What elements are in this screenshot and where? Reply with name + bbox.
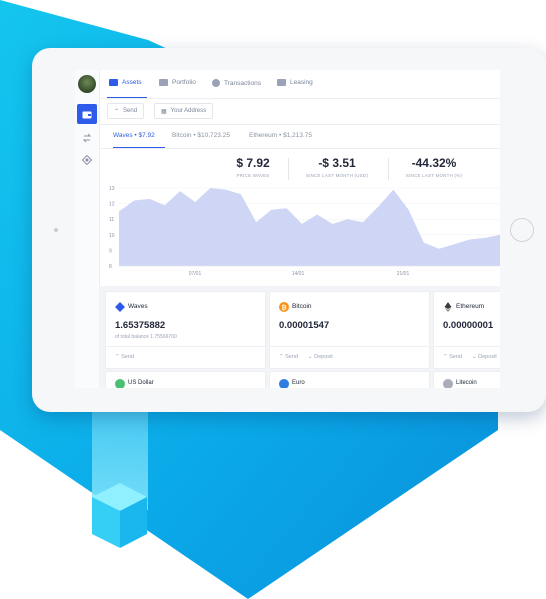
asset-tab-indicator [113,147,165,148]
tab-leasing[interactable]: Leasing [277,79,313,86]
card-title: US Dollar [128,380,154,386]
price-area [119,188,500,266]
stat-change-percent: -44.32% SINCE LAST MONTH (%) [384,156,484,178]
action-bar: ⌃ Send ▦ Your Address [99,98,500,125]
x-tick-label: 21/01 [397,271,410,277]
y-tick-label: 9 [109,248,112,254]
avatar[interactable] [78,75,96,93]
wallet-icon[interactable] [77,104,97,124]
y-tick-label: 13 [109,186,115,192]
portfolio-icon [159,79,168,86]
card-send-button[interactable]: ⌃ Send [279,354,298,360]
card-balance: 0.00001547 [279,320,330,331]
card-send-button[interactable]: ⌃ Send [115,354,134,360]
y-tick-label: 11 [109,217,114,223]
address-label: Your Address [170,108,207,114]
stat-value: -44.32% [411,156,457,170]
tab-label: Portfolio [172,79,196,86]
qr-icon: ▦ [161,108,167,115]
card-title: Litecoin [456,380,477,386]
stat-label: SINCE LAST MONTH (%) [405,173,463,178]
card-us-dollar[interactable]: US Dollar [105,371,266,388]
sidebar [75,70,100,388]
card-bitcoin[interactable]: ₿ Bitcoin 0.00001547 ⌃ Send ⌄ Deposit [269,291,430,369]
send-button[interactable]: ⌃ Send [107,103,145,119]
tab-label: Assets [122,79,142,86]
stat-value: -$ 3.51 [318,156,356,170]
tab-transactions[interactable]: Transactions [212,79,261,87]
card-title: Waves [128,303,148,310]
asset-tab-ethereum[interactable]: Ethereum • $1,213.75 [249,132,312,139]
y-tick-label: 10 [109,233,115,239]
tab-label: Leasing [290,79,313,86]
tab-label: Transactions [224,79,261,87]
tab-assets[interactable]: Assets [109,79,142,86]
exchange-icon[interactable] [77,128,97,148]
card-balance: 1.65375882 [115,320,166,331]
tab-portfolio[interactable]: Portfolio [159,79,196,86]
home-button[interactable] [510,218,534,242]
waves-icon [115,302,125,312]
card-subtitle: of total balance 1.75566700 [115,334,177,340]
litecoin-icon [443,379,453,388]
leasing-icon [277,79,286,86]
wallet-icon [109,79,118,86]
card-ethereum[interactable]: Ethereum 0.00000001 ⌃ Send ⌄ Deposit [433,291,500,369]
svg-text:₿: ₿ [281,303,286,311]
divider [434,346,500,347]
bitcoin-icon: ₿ [279,302,289,312]
price-chart[interactable]: 13 12 11 10 9 8 07/01 14/01 21/01 [99,182,500,282]
card-litecoin[interactable]: Litecoin [433,371,500,388]
card-title: Bitcoin [292,303,312,310]
card-title: Euro [292,380,305,386]
card-title: Ethereum [456,303,485,310]
card-deposit-button[interactable]: ⌄ Deposit [472,354,497,360]
y-tick-label: 12 [109,202,115,208]
send-label: Send [123,108,138,114]
x-tick-label: 14/01 [292,271,305,277]
card-waves[interactable]: Waves 1.65375882 of total balance 1.7556… [105,291,266,369]
card-balance: 0.00000001 [443,320,494,331]
dollar-icon [115,379,125,388]
card-deposit-button[interactable]: ⌄ Deposit [308,354,333,360]
asset-tabs: Waves • $7.92 Bitcoin • $10,723.25 Ether… [99,124,500,149]
camera-dot [54,228,58,232]
asset-cards: Waves 1.65375882 of total balance 1.7556… [99,286,500,388]
asset-tab-bitcoin[interactable]: Bitcoin • $10,723.25 [172,132,230,139]
x-tick-label: 07/01 [189,271,202,277]
divider [106,346,265,347]
stat-label: SINCE LAST MONTH (USD) [305,173,369,178]
euro-icon [279,379,289,388]
card-euro[interactable]: Euro [269,371,430,388]
stat-change-usd: -$ 3.51 SINCE LAST MONTH (USD) [287,156,387,178]
ethereum-icon [444,302,452,312]
your-address-button[interactable]: ▦ Your Address [154,103,214,119]
transactions-icon [212,79,220,87]
asset-tab-waves[interactable]: Waves • $7.92 [113,132,155,139]
card-send-button[interactable]: ⌃ Send [443,354,462,360]
send-icon: ⌃ [114,108,120,115]
divider [270,346,429,347]
app-screen: Assets Portfolio Transactions Leasing ⌃ … [75,70,500,388]
diamond-icon[interactable] [77,150,97,170]
y-tick-label: 8 [109,264,112,270]
top-navigation: Assets Portfolio Transactions Leasing [99,70,500,99]
